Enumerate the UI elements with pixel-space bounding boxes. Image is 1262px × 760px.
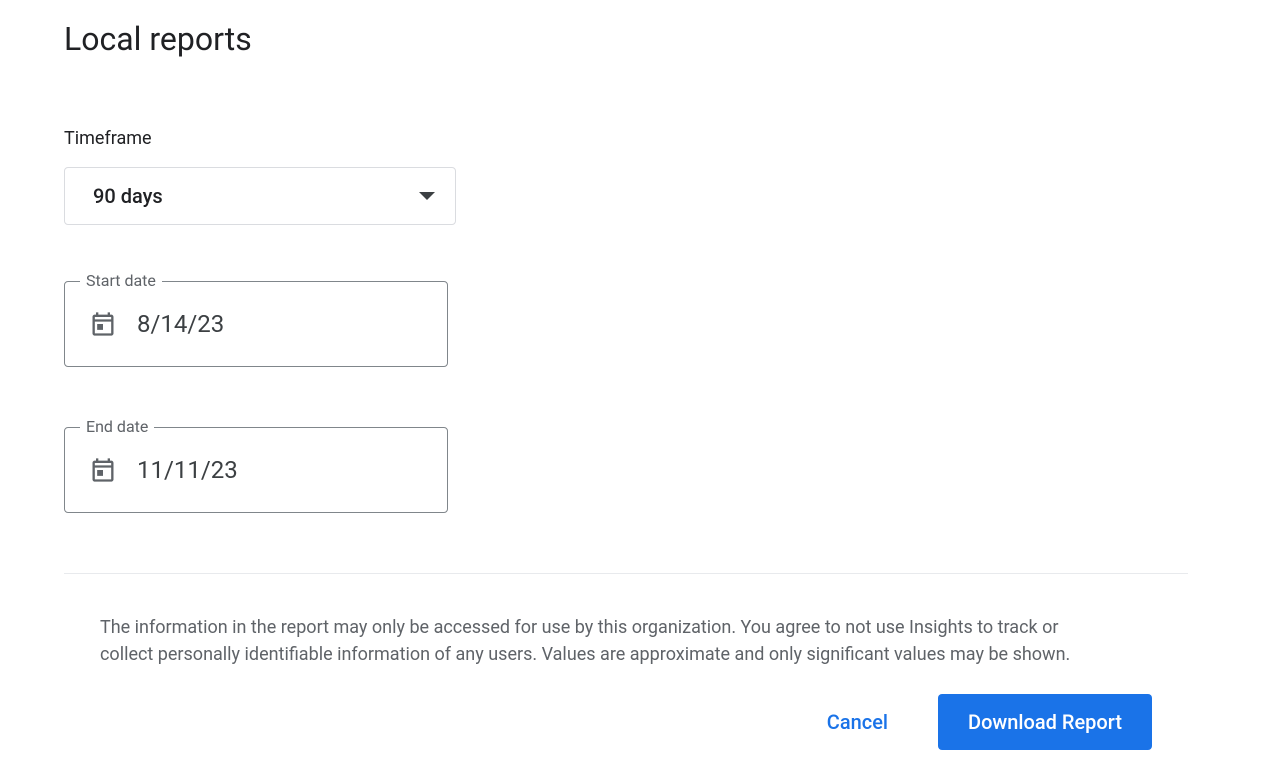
end-date-value: 11/11/23 (137, 456, 238, 484)
dropdown-arrow-icon (419, 191, 435, 201)
disclaimer-text: The information in the report may only b… (64, 614, 1152, 668)
start-date-input[interactable]: 8/14/23 (64, 281, 448, 367)
calendar-icon (89, 310, 117, 338)
start-date-label: Start date (80, 271, 162, 290)
page-title: Local reports (64, 20, 1198, 58)
start-date-value: 8/14/23 (137, 310, 224, 338)
cancel-button[interactable]: Cancel (809, 698, 906, 746)
timeframe-dropdown[interactable]: 90 days (64, 167, 456, 225)
end-date-input[interactable]: 11/11/23 (64, 427, 448, 513)
calendar-icon (89, 456, 117, 484)
timeframe-label: Timeframe (64, 128, 1198, 149)
end-date-label: End date (80, 417, 154, 436)
button-row: Cancel Download Report (64, 694, 1188, 750)
end-date-field-wrapper: End date 11/11/23 (64, 427, 448, 513)
divider (64, 573, 1188, 574)
timeframe-selected-value: 90 days (93, 184, 163, 208)
start-date-field-wrapper: Start date 8/14/23 (64, 281, 448, 367)
download-report-button[interactable]: Download Report (938, 694, 1152, 750)
